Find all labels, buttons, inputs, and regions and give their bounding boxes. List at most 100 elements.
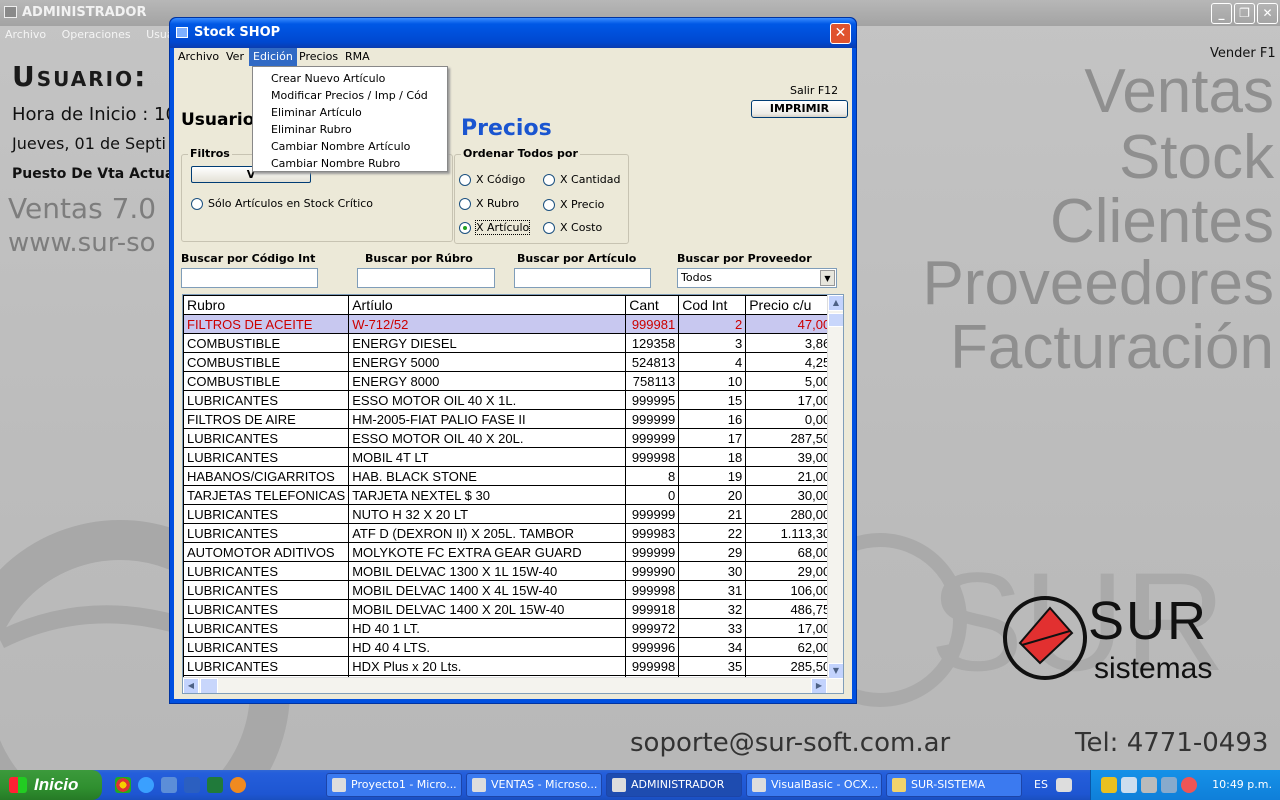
task-proyecto1[interactable]: Proyecto1 - Micro... [326,773,462,797]
menu-archivo[interactable]: Archivo [174,48,223,66]
app-title: ADMINISTRADOR [22,5,147,20]
task-sur-sistema[interactable]: SUR-SISTEMA [886,773,1022,797]
scroll-right-icon[interactable]: ▶ [811,678,827,693]
table-cell: 3 [678,333,747,353]
update-icon[interactable] [1181,777,1197,793]
table-row[interactable]: COMBUSTIBLE ENERGY 8000 758113 10 5,00 [183,371,835,391]
radio-x-codigo[interactable]: X Código [459,173,525,187]
table-row[interactable]: LUBRICANTES ESSO MOTOR OIL 40 X 1L. 999995… [183,390,835,410]
col-header[interactable]: Rubro [183,295,350,315]
scroll-down-icon[interactable]: ▼ [828,663,843,679]
windows-flag-icon [9,777,27,793]
table-cell: 22 [678,523,747,543]
col-header[interactable]: Cant [625,295,680,315]
language-indicator[interactable]: ES [1034,770,1048,800]
keyboard-icon[interactable] [1056,778,1072,792]
hora-inicio: Hora de Inicio : 10 [12,104,177,125]
radio-solo-critico[interactable]: Sólo Artículos en Stock Crítico [191,197,373,211]
radio-label: X Rubro [476,197,520,210]
table-cell: HD 40 1 LT. [348,618,627,638]
table-row[interactable]: LUBRICANTES NUTO H 32 X 20 LT 999999 21 280,… [183,504,835,524]
close-icon[interactable]: ✕ [1257,3,1278,24]
network-icon[interactable] [1121,777,1137,793]
menuitem-crear-articulo[interactable]: Crear Nuevo Artículo [271,70,385,87]
table-row[interactable]: FILTROS DE ACEITE W-712/52 999981 2 47,00 [183,314,835,334]
select-proveedor[interactable]: Todos ▼ [677,268,837,288]
security-shield-icon[interactable] [1101,777,1117,793]
horizontal-scrollbar[interactable]: ◀ ▶ [183,677,829,693]
menuitem-eliminar-articulo[interactable]: Eliminar Artículo [271,104,362,121]
website: www.sur-so [8,228,156,258]
task-administrador[interactable]: ADMINISTRADOR [606,773,742,797]
dialog-title: Stock SHOP [194,25,281,40]
table-cell: 285,50 [745,656,835,676]
app-menu-operaciones[interactable]: Operaciones [62,28,131,41]
table-row[interactable]: COMBUSTIBLE ENERGY 5000 524813 4 4,25 [183,352,835,372]
scroll-thumb-h[interactable] [200,678,218,693]
table-row[interactable]: LUBRICANTES ESSO MOTOR OIL 40 X 20L. 99999… [183,428,835,448]
radio-x-articulo[interactable]: X Artículo [459,220,531,235]
app-menu-archivo[interactable]: Archivo [5,28,46,41]
input-buscar-rubro[interactable] [357,268,495,288]
start-button[interactable]: Inicio [0,770,102,800]
table-row[interactable]: LUBRICANTES MOBIL DELVAC 1400 X 20L 15W-4… [183,599,835,619]
imprimir-button[interactable]: IMPRIMIR [751,100,848,118]
salir-shortcut: Salir F12 [790,84,839,97]
task-ventas[interactable]: VENTAS - Microso... [466,773,602,797]
radio-x-rubro[interactable]: X Rubro [459,197,519,211]
table-cell: 999998 [625,580,680,600]
table-cell: 0,00 [745,409,835,429]
chevron-down-icon[interactable]: ▼ [820,270,835,286]
excel-icon[interactable] [207,777,223,793]
radio-label: Sólo Artículos en Stock Crítico [208,197,374,210]
table-row[interactable]: LUBRICANTES MOBIL 4T LT 999998 18 39,00 [183,447,835,467]
minimize-icon[interactable]: _ [1211,3,1232,24]
fecha: Jueves, 01 de Septi [12,134,166,153]
menu-ver[interactable]: Ver [222,48,248,66]
table-cell: 17,00 [745,618,835,638]
table-row[interactable]: TARJETAS TELEFONICAS TARJETA NEXTEL $ 30 0… [183,485,835,505]
ie-icon[interactable] [138,777,154,793]
table-row[interactable]: HABANOS/CIGARRITOS HAB. BLACK STONE 8 19 21,… [183,466,835,486]
table-cell: 0 [625,485,680,505]
table-row[interactable]: LUBRICANTES HD 40 4 LTS. 999996 34 62,00 [183,637,835,657]
chrome-icon[interactable] [115,777,131,793]
table-row[interactable]: AUTOMOTOR ADITIVOS MOLYKOTE FC EXTRA GEAR… [183,542,835,562]
input-buscar-articulo[interactable] [514,268,651,288]
table-row[interactable]: LUBRICANTES HD 40 1 LT. 999972 33 17,00 [183,618,835,638]
col-header[interactable]: Cod Int [678,295,747,315]
table-row[interactable]: FILTROS DE AIRE HM-2005-FIAT PALIO FASE I… [183,409,835,429]
close-icon[interactable]: ✕ [830,23,851,44]
input-buscar-codigo[interactable] [181,268,318,288]
scroll-left-icon[interactable]: ◀ [183,678,199,693]
maximize-icon[interactable]: ❐ [1234,3,1255,24]
table-row[interactable]: LUBRICANTES MOBIL DELVAC 1400 X 4L 15W-40… [183,580,835,600]
table-row[interactable]: LUBRICANTES MOBIL DELVAC 1300 X 1L 15W-40… [183,561,835,581]
firefox-icon[interactable] [230,777,246,793]
menuitem-cambiar-nombre-articulo[interactable]: Cambiar Nombre Artículo [271,138,410,155]
table-row[interactable]: LUBRICANTES HDX Plus x 20 Lts. 999998 35 285… [183,656,835,676]
scroll-up-icon[interactable]: ▲ [828,295,843,311]
vertical-scrollbar[interactable]: ▲ ▼ [827,295,843,693]
menu-rma[interactable]: RMA [341,48,374,66]
radio-x-precio[interactable]: X Precio [543,198,604,212]
table-row[interactable]: COMBUSTIBLE ENERGY DIESEL 129358 3 3,86 [183,333,835,353]
menuitem-cambiar-nombre-rubro[interactable]: Cambiar Nombre Rubro [271,155,400,172]
menu-precios[interactable]: Precios [295,48,342,66]
display-icon[interactable] [1161,777,1177,793]
stock-grid[interactable]: Rubro Artíulo Cant Cod Int Precio c/u FI… [182,294,844,694]
radio-x-cantidad[interactable]: X Cantidad [543,173,621,187]
radio-x-costo[interactable]: X Costo [543,221,602,235]
word-icon[interactable] [184,777,200,793]
table-cell: ESSO MOTOR OIL 40 X 20L. [348,428,627,448]
table-row[interactable]: LUBRICANTES ATF D (DEXRON II) X 205L. TAM… [183,523,835,543]
scroll-thumb[interactable] [828,313,843,327]
explorer-icon[interactable] [161,777,177,793]
volume-icon[interactable] [1141,777,1157,793]
task-visualbasic[interactable]: VisualBasic - OCX... [746,773,882,797]
col-header[interactable]: Precio c/u [745,295,835,315]
menuitem-modificar-precios[interactable]: Modificar Precios / Imp / Cód [271,87,428,104]
menu-edicion[interactable]: Edición [249,48,297,66]
col-header[interactable]: Artíulo [348,295,627,315]
menuitem-eliminar-rubro[interactable]: Eliminar Rubro [271,121,352,138]
